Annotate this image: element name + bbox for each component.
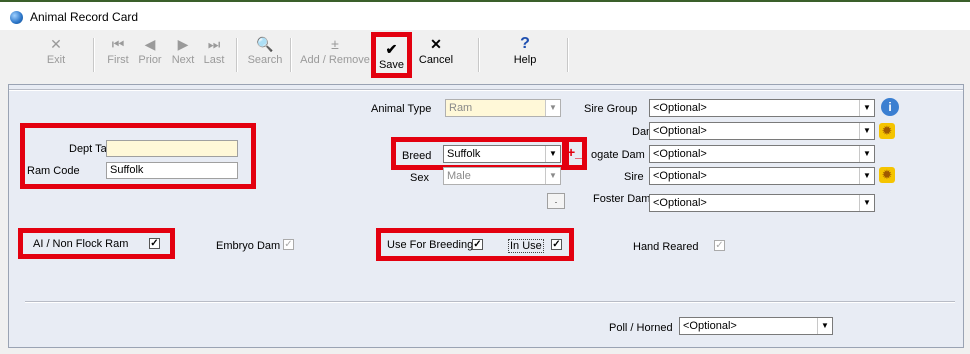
ram-code-input[interactable]: Suffolk [106, 162, 238, 179]
save-button[interactable]: ✔ Save [371, 32, 412, 78]
breed-select[interactable]: Suffolk ▼ [443, 145, 561, 163]
first-record-icon: ⏮ [111, 36, 125, 52]
chevron-down-icon: ▼ [545, 100, 560, 116]
hand-reared-checkbox[interactable]: ✓ [714, 240, 725, 251]
help-icon: ? [520, 35, 530, 52]
prior-button[interactable]: ◀ Prior [135, 34, 165, 74]
last-record-icon: ⏭ [207, 36, 221, 52]
add-breed-button[interactable]: +_ [567, 144, 583, 160]
embryo-dam-checkbox[interactable]: ✓ [283, 239, 294, 250]
cancel-button[interactable]: ✕ Cancel [416, 34, 456, 74]
surrogate-dam-label: ogate Dam [591, 149, 645, 161]
last-button[interactable]: ⏭ Last [199, 34, 229, 74]
sex-select[interactable]: Male ▼ [443, 167, 561, 185]
toolbar: ✕ Exit ⏮ First ◀ Prior ▶ Next ⏭ Last 🔍 S… [0, 30, 970, 78]
animal-type-label: Animal Type [371, 103, 432, 115]
dept-tag-input[interactable] [106, 140, 238, 157]
sex-label: Sex [410, 172, 429, 184]
window-title: Animal Record Card [30, 10, 139, 24]
divider [25, 301, 955, 303]
chevron-down-icon: ▼ [817, 318, 832, 334]
gear-icon[interactable]: ✹ [879, 167, 895, 183]
gear-icon[interactable]: ✹ [879, 123, 895, 139]
exit-button[interactable]: ✕ Exit [38, 34, 74, 74]
toolbar-separator [236, 38, 238, 72]
first-button[interactable]: ⏮ First [103, 34, 133, 74]
chevron-down-icon: ▼ [859, 195, 874, 211]
dam-select[interactable]: <Optional> ▼ [649, 122, 875, 140]
lookup-button[interactable]: . [547, 193, 565, 209]
chevron-down-icon: ▼ [545, 168, 560, 184]
next-button[interactable]: ▶ Next [168, 34, 198, 74]
surrogate-dam-select[interactable]: <Optional> ▼ [649, 145, 875, 163]
animal-type-select[interactable]: Ram ▼ [445, 99, 561, 117]
search-button[interactable]: 🔍 Search [243, 34, 287, 74]
add-remove-button[interactable]: ± Add / Remove [297, 34, 373, 74]
poll-horned-select[interactable]: <Optional> ▼ [679, 317, 833, 335]
sire-label: Sire [624, 171, 644, 183]
sire-select[interactable]: <Optional> ▼ [649, 167, 875, 185]
ram-code-label: Ram Code [27, 165, 80, 177]
plus-minus-icon: ± [331, 36, 339, 52]
chevron-down-icon: ▼ [859, 146, 874, 162]
foster-dam-label: Foster Dam [593, 193, 651, 205]
chevron-down-icon: ▼ [545, 146, 560, 162]
title-bar: Animal Record Card [0, 0, 970, 32]
app-icon [10, 11, 23, 24]
poll-horned-label: Poll / Horned [609, 322, 673, 334]
use-for-breeding-label: Use For Breeding [387, 239, 474, 251]
ai-non-flock-checkbox[interactable]: ✓ [149, 238, 160, 249]
help-button[interactable]: ? Help [507, 34, 543, 74]
toolbar-separator [567, 38, 569, 72]
search-icon: 🔍 [256, 36, 274, 52]
toolbar-separator [93, 38, 95, 72]
divider [9, 89, 963, 91]
chevron-down-icon: ▼ [859, 168, 874, 184]
hand-reared-label: Hand Reared [633, 241, 699, 253]
info-icon[interactable]: i [881, 98, 899, 116]
foster-dam-select[interactable]: <Optional> ▼ [649, 194, 875, 212]
toolbar-separator [478, 38, 480, 72]
record-panel: Dept Tag Ram Code Suffolk Animal Type Ra… [8, 84, 964, 348]
sire-group-select[interactable]: <Optional> ▼ [649, 99, 875, 117]
embryo-dam-label: Embryo Dam [216, 240, 281, 252]
use-for-breeding-checkbox[interactable]: ✓ [472, 239, 483, 250]
in-use-label: In Use [508, 239, 544, 253]
prior-record-icon: ◀ [144, 36, 156, 52]
ai-non-flock-label: AI / Non Flock Ram [33, 238, 129, 250]
cancel-x-icon: ✕ [430, 36, 442, 52]
toolbar-separator [290, 38, 292, 72]
breed-label: Breed [402, 150, 432, 162]
chevron-down-icon: ▼ [859, 123, 874, 139]
in-use-checkbox[interactable]: ✓ [551, 239, 562, 250]
chevron-down-icon: ▼ [859, 100, 874, 116]
close-icon: ✕ [50, 36, 62, 52]
checkmark-icon: ✔ [385, 41, 398, 57]
sire-group-label: Sire Group [584, 103, 638, 115]
next-record-icon: ▶ [177, 36, 189, 52]
